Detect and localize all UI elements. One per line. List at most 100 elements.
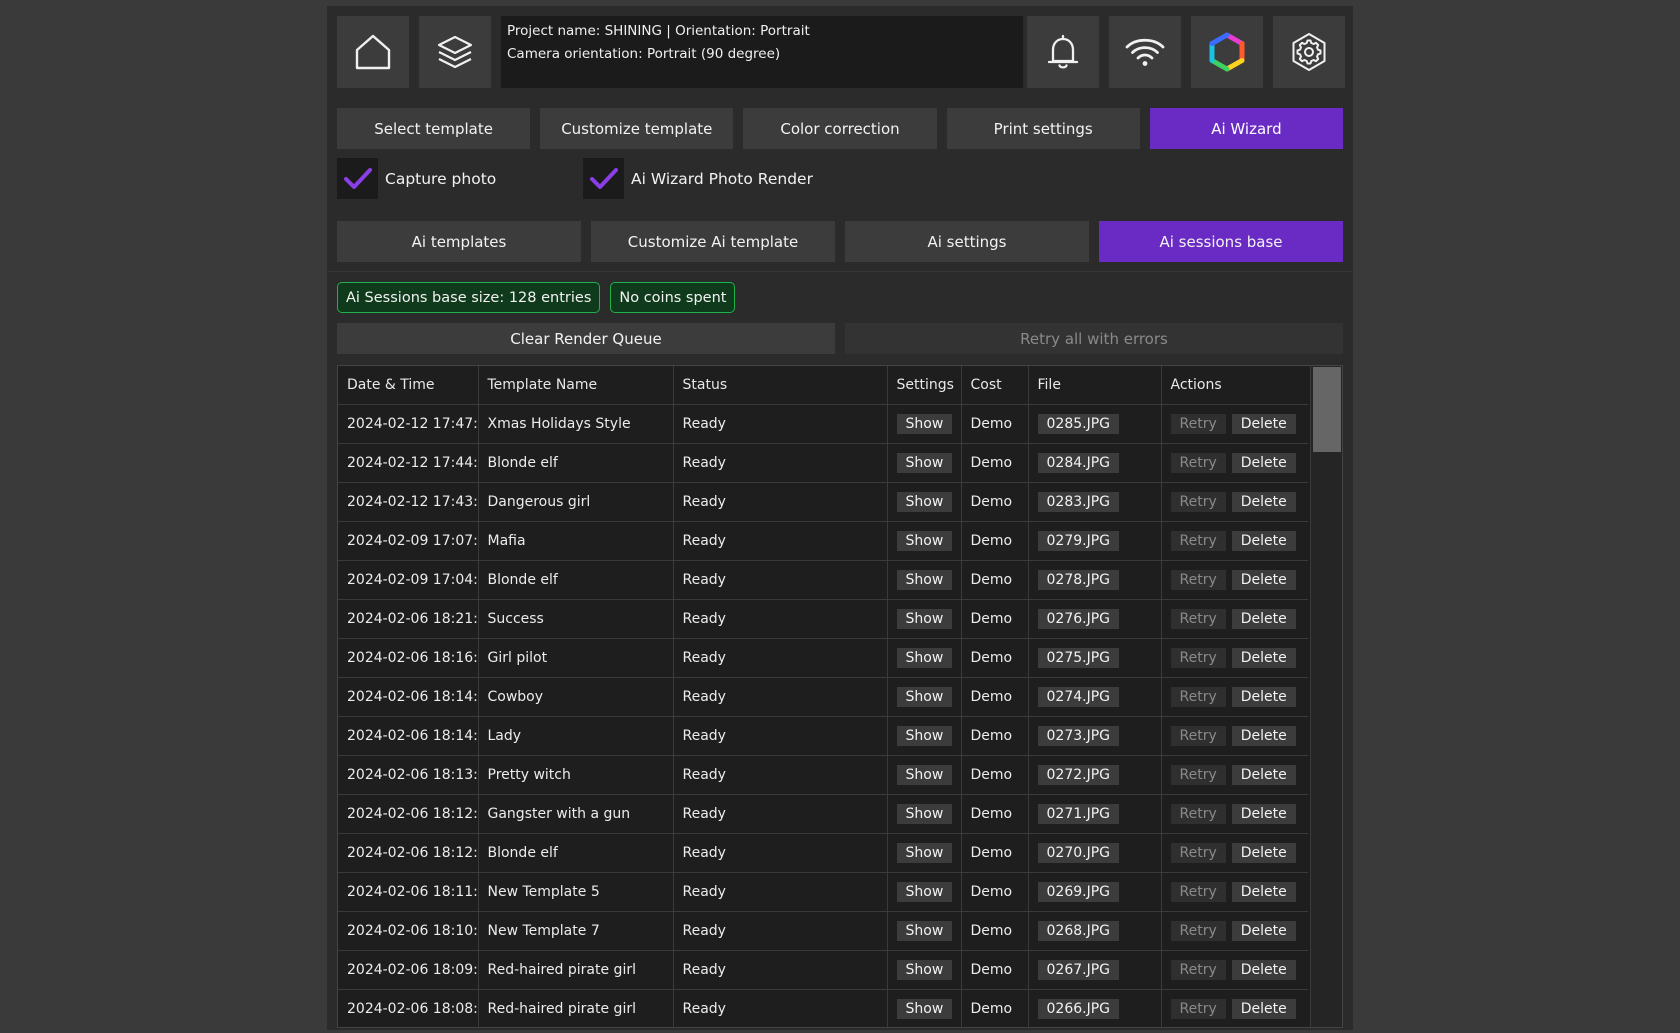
color-settings-button[interactable]	[1191, 16, 1263, 88]
cell-actions: Retry Delete	[1161, 716, 1308, 756]
cell-settings: Show	[887, 911, 962, 951]
home-button[interactable]	[337, 16, 409, 88]
show-settings-button[interactable]: Show	[896, 842, 953, 863]
retry-button[interactable]: Retry	[1170, 725, 1226, 746]
delete-button[interactable]: Delete	[1231, 413, 1296, 434]
col-actions[interactable]: Actions	[1161, 366, 1308, 405]
delete-button[interactable]: Delete	[1231, 803, 1296, 824]
tab-ai-templates[interactable]: Ai templates	[337, 221, 581, 262]
show-settings-button[interactable]: Show	[896, 491, 953, 512]
delete-button[interactable]: Delete	[1231, 608, 1296, 629]
delete-button[interactable]: Delete	[1231, 842, 1296, 863]
tab-select-template[interactable]: Select template	[337, 108, 531, 149]
tab-ai-wizard[interactable]: Ai Wizard	[1149, 108, 1344, 149]
retry-button[interactable]: Retry	[1170, 803, 1226, 824]
show-settings-button[interactable]: Show	[896, 881, 953, 902]
retry-button[interactable]: Retry	[1170, 647, 1226, 668]
retry-button[interactable]: Retry	[1170, 764, 1226, 785]
delete-button[interactable]: Delete	[1231, 764, 1296, 785]
delete-button[interactable]: Delete	[1231, 686, 1296, 707]
show-settings-button[interactable]: Show	[896, 998, 953, 1019]
wifi-button[interactable]	[1109, 16, 1181, 88]
retry-button[interactable]: Retry	[1170, 881, 1226, 902]
layers-button[interactable]	[419, 16, 491, 88]
retry-button[interactable]: Retry	[1170, 959, 1226, 980]
capture-photo-checkbox[interactable]	[337, 158, 378, 199]
file-link[interactable]: 0285.JPG	[1037, 413, 1119, 434]
color-hexagon-icon	[1209, 32, 1245, 72]
retry-button[interactable]: Retry	[1170, 920, 1226, 941]
cell-actions: Retry Delete	[1161, 599, 1308, 639]
settings-button[interactable]	[1273, 16, 1345, 88]
ai-render-option[interactable]: Ai Wizard Photo Render	[583, 158, 813, 199]
delete-button[interactable]: Delete	[1231, 452, 1296, 473]
file-link[interactable]: 0268.JPG	[1037, 920, 1119, 941]
delete-button[interactable]: Delete	[1231, 998, 1296, 1019]
delete-button[interactable]: Delete	[1231, 881, 1296, 902]
show-settings-button[interactable]: Show	[896, 803, 953, 824]
file-link[interactable]: 0274.JPG	[1037, 686, 1119, 707]
show-settings-button[interactable]: Show	[896, 920, 953, 941]
delete-button[interactable]: Delete	[1231, 491, 1296, 512]
show-settings-button[interactable]: Show	[896, 452, 953, 473]
retry-button[interactable]: Retry	[1170, 491, 1226, 512]
retry-button[interactable]: Retry	[1170, 452, 1226, 473]
file-link[interactable]: 0271.JPG	[1037, 803, 1119, 824]
tab-customize-ai-template[interactable]: Customize Ai template	[591, 221, 835, 262]
table-scrollbar[interactable]	[1310, 366, 1342, 1027]
show-settings-button[interactable]: Show	[896, 569, 953, 590]
capture-photo-option[interactable]: Capture photo	[337, 158, 496, 199]
delete-button[interactable]: Delete	[1231, 959, 1296, 980]
file-link[interactable]: 0270.JPG	[1037, 842, 1119, 863]
delete-button[interactable]: Delete	[1231, 920, 1296, 941]
file-link[interactable]: 0283.JPG	[1037, 491, 1119, 512]
col-datetime[interactable]: Date & Time	[338, 366, 479, 405]
tab-ai-sessions-base[interactable]: Ai sessions base	[1099, 221, 1343, 262]
show-settings-button[interactable]: Show	[896, 530, 953, 551]
retry-button[interactable]: Retry	[1170, 686, 1226, 707]
scrollbar-thumb[interactable]	[1313, 367, 1341, 452]
col-file[interactable]: File	[1028, 366, 1162, 405]
cell-actions: Retry Delete	[1161, 911, 1308, 951]
file-link[interactable]: 0278.JPG	[1037, 569, 1119, 590]
show-settings-button[interactable]: Show	[896, 608, 953, 629]
col-settings[interactable]: Settings	[887, 366, 962, 405]
delete-button[interactable]: Delete	[1231, 569, 1296, 590]
cell-status: Ready	[673, 950, 888, 990]
show-settings-button[interactable]: Show	[896, 647, 953, 668]
retry-button[interactable]: Retry	[1170, 842, 1226, 863]
show-settings-button[interactable]: Show	[896, 764, 953, 785]
clear-render-queue-button[interactable]: Clear Render Queue	[337, 323, 835, 354]
show-settings-button[interactable]: Show	[896, 725, 953, 746]
retry-button[interactable]: Retry	[1170, 413, 1226, 434]
col-cost[interactable]: Cost	[961, 366, 1029, 405]
col-status[interactable]: Status	[673, 366, 888, 405]
tab-print-settings[interactable]: Print settings	[946, 108, 1140, 149]
retry-button[interactable]: Retry	[1170, 569, 1226, 590]
retry-button[interactable]: Retry	[1170, 998, 1226, 1019]
file-link[interactable]: 0272.JPG	[1037, 764, 1119, 785]
file-link[interactable]: 0275.JPG	[1037, 647, 1119, 668]
file-link[interactable]: 0273.JPG	[1037, 725, 1119, 746]
file-link[interactable]: 0276.JPG	[1037, 608, 1119, 629]
show-settings-button[interactable]: Show	[896, 686, 953, 707]
show-settings-button[interactable]: Show	[896, 413, 953, 434]
col-template-name[interactable]: Template Name	[478, 366, 674, 405]
delete-button[interactable]: Delete	[1231, 530, 1296, 551]
file-link[interactable]: 0267.JPG	[1037, 959, 1119, 980]
tab-ai-settings[interactable]: Ai settings	[845, 221, 1089, 262]
retry-button[interactable]: Retry	[1170, 530, 1226, 551]
retry-button[interactable]: Retry	[1170, 608, 1226, 629]
file-link[interactable]: 0269.JPG	[1037, 881, 1119, 902]
show-settings-button[interactable]: Show	[896, 959, 953, 980]
file-link[interactable]: 0284.JPG	[1037, 452, 1119, 473]
tab-color-correction[interactable]: Color correction	[743, 108, 937, 149]
delete-button[interactable]: Delete	[1231, 647, 1296, 668]
tab-customize-template[interactable]: Customize template	[540, 108, 734, 149]
file-link[interactable]: 0266.JPG	[1037, 998, 1119, 1019]
delete-button[interactable]: Delete	[1231, 725, 1296, 746]
retry-all-button[interactable]: Retry all with errors	[845, 323, 1343, 354]
notifications-button[interactable]	[1027, 16, 1099, 88]
file-link[interactable]: 0279.JPG	[1037, 530, 1119, 551]
ai-render-checkbox[interactable]	[583, 158, 624, 199]
